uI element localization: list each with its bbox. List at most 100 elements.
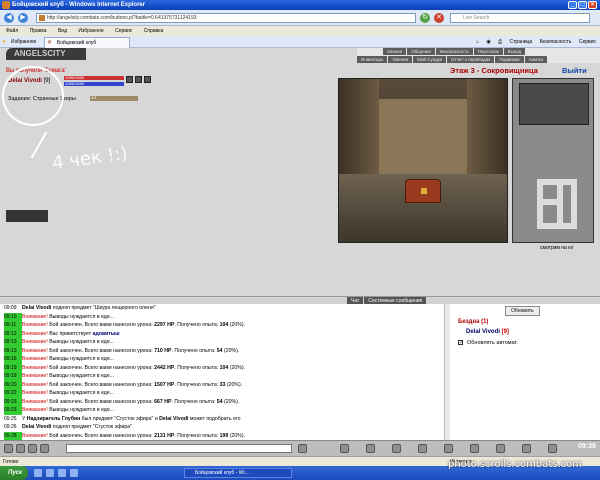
chat-timestamp[interactable]: 09:13	[4, 346, 22, 355]
quicklaunch-icon[interactable]	[70, 469, 78, 477]
print-icon[interactable]: ⎙	[498, 39, 502, 45]
stop-icon[interactable]: ✕	[434, 13, 444, 23]
chat-text: 710 HP	[154, 347, 172, 354]
menu-favorites[interactable]: Избранное	[78, 28, 103, 34]
toolbar-icon[interactable]	[522, 444, 531, 453]
location-panel: Обновить Бездна (1) Delai Vivodi [9] ✓ Об…	[450, 304, 600, 440]
chat-timestamp[interactable]: 09:16	[4, 355, 22, 364]
chat-timestamp[interactable]: 09:22	[4, 389, 22, 398]
chat-timestamp[interactable]: 09:26	[4, 423, 22, 432]
menu-security[interactable]: Безопасность	[435, 48, 473, 55]
handdrawn-circle	[2, 66, 64, 126]
checkbox-icon[interactable]: ✓	[458, 340, 463, 346]
toolbar-icon[interactable]	[340, 444, 349, 453]
menu-skills[interactable]: Умения	[388, 56, 413, 63]
menu-chest[interactable]: Мой Сундук	[413, 56, 447, 63]
chat-timestamp[interactable]: 09:23	[4, 406, 22, 415]
quest-progress-bar: 1/1	[90, 95, 138, 101]
chat-timestamp[interactable]: 09:25	[4, 415, 22, 424]
menu-inventory[interactable]: Инвентарь	[357, 56, 388, 63]
exit-link[interactable]: Выйти	[562, 66, 587, 75]
chat-timestamp[interactable]: 09:11	[4, 321, 22, 330]
url-text: http://angelsity.combats.com/buttons.pl?…	[47, 15, 197, 21]
chat-filter-icon[interactable]	[4, 444, 13, 453]
treasure-chest[interactable]	[405, 179, 441, 203]
quicklaunch-icon[interactable]	[58, 469, 66, 477]
tools-menu[interactable]: Сервис	[579, 39, 596, 45]
chat-timestamp[interactable]: 09:09	[4, 304, 22, 313]
menu-social[interactable]: Общение	[407, 48, 435, 55]
clear-icon[interactable]	[28, 444, 37, 453]
maximize-button[interactable]: □	[578, 1, 587, 9]
favorites-button[interactable]: Избранное	[2, 36, 36, 48]
game-area: ANGELSCITY Знание Общение Безопасность Перс…	[0, 48, 600, 296]
chat-text: . Получено опыта:	[171, 398, 217, 405]
warning-label: Внимание!	[22, 390, 48, 396]
game-top-menu: Знание Общение Безопасность Персонаж Выход И…	[357, 48, 600, 63]
map-corridor	[537, 223, 577, 229]
page-menu[interactable]: Страница	[510, 39, 533, 45]
chat-text: Бой закончен. Всего вами нанесено урона:	[47, 398, 155, 405]
menu-feats[interactable]: Подвинки	[495, 56, 524, 63]
chat-timestamp[interactable]: 09:13	[4, 338, 22, 347]
chat-timestamp[interactable]: 09:19	[4, 372, 22, 381]
feeds-icon[interactable]: ◉	[486, 39, 490, 45]
menu-exit[interactable]: Выход	[503, 48, 526, 55]
private-icon[interactable]	[40, 444, 49, 453]
home-icon[interactable]: ⌂	[476, 39, 479, 45]
chat-timestamp[interactable]: 09:23	[4, 397, 22, 406]
effect-icon[interactable]	[135, 76, 142, 83]
toolbar-icon[interactable]	[470, 444, 479, 453]
menu-edit[interactable]: Правка	[30, 28, 47, 34]
quicklaunch-icon[interactable]	[46, 469, 54, 477]
quicklaunch-icon[interactable]	[34, 469, 42, 477]
menu-tools[interactable]: Сервис	[115, 28, 132, 34]
location-name: Бездна (1)	[458, 319, 489, 325]
online-player[interactable]: Delai Vivodi [9]	[466, 329, 509, 335]
toolbar-icon[interactable]	[496, 444, 505, 453]
chat-text: 1507 HP	[154, 381, 175, 388]
close-button[interactable]: ×	[588, 1, 597, 9]
chat-input[interactable]	[66, 444, 292, 453]
forward-button[interactable]: ▶	[18, 13, 28, 23]
menu-view[interactable]: Вид	[58, 28, 67, 34]
toolbar-icon[interactable]	[548, 444, 557, 453]
refresh-button[interactable]: Обновить	[505, 306, 540, 316]
effect-icon[interactable]	[126, 76, 133, 83]
effect-icon[interactable]	[144, 76, 151, 83]
browser-tab[interactable]: Бойцовский клуб	[44, 37, 130, 48]
safety-menu[interactable]: Безопасность	[540, 39, 572, 45]
chat-timestamp[interactable]: 09:20	[4, 380, 22, 389]
refresh-page-icon[interactable]: ↻	[420, 13, 430, 23]
chat-timestamp[interactable]: 09:12	[4, 329, 22, 338]
menu-help[interactable]: Справка	[144, 28, 164, 34]
chat-text: 104	[219, 322, 229, 328]
auto-refresh-toggle[interactable]: ✓ Обновлять автомат.	[458, 340, 518, 346]
live-search-input[interactable]: Live Search	[450, 13, 590, 23]
menu-knowledge[interactable]: Знание	[383, 48, 407, 55]
dungeon-view[interactable]	[338, 78, 508, 243]
online-player-level: [9]	[501, 329, 509, 335]
watermark: photo.scrolls.combats.com	[448, 459, 583, 470]
menu-profile[interactable]: Анкета	[524, 56, 547, 63]
smiley-icon[interactable]	[16, 444, 25, 453]
toolbar-icon[interactable]	[392, 444, 401, 453]
menu-character[interactable]: Персонаж	[473, 48, 503, 55]
toolbar-icon[interactable]	[366, 444, 375, 453]
start-button[interactable]: Пуск	[0, 466, 28, 480]
chat-timestamp[interactable]: 09:28	[4, 431, 22, 440]
back-button[interactable]: ◀	[4, 13, 14, 23]
chat-timestamp[interactable]: 09:19	[4, 363, 22, 372]
chat-text: 104	[219, 364, 229, 371]
toolbar-icon[interactable]	[418, 444, 427, 453]
toolbar-icon[interactable]	[444, 444, 453, 453]
send-icon[interactable]	[298, 444, 307, 453]
url-field[interactable]: http://angelsity.combats.com/buttons.pl?…	[36, 13, 416, 23]
menu-transfers[interactable]: Отчет о переводах	[447, 56, 495, 63]
navigation-compass[interactable]	[519, 83, 589, 125]
chat-timestamp[interactable]: 09:10	[4, 312, 22, 321]
chat-text: Выводы нуждается в еде...	[47, 339, 115, 345]
menu-file[interactable]: Файл	[6, 28, 18, 34]
taskbar-window-item[interactable]: Бойцовский клуб - Wi...	[184, 468, 292, 478]
minimize-button[interactable]: _	[568, 1, 577, 9]
